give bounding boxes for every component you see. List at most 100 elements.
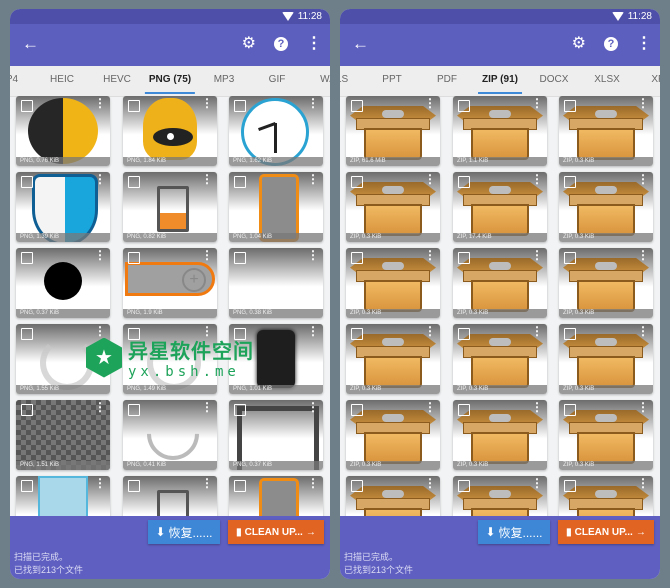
arrow-left-icon[interactable]: ← <box>352 34 369 54</box>
select-checkbox[interactable] <box>564 480 576 492</box>
more-vertical-icon[interactable]: ⋮ <box>94 249 106 261</box>
file-tile[interactable]: ⋮ ZIP, 0.3 KiB <box>559 172 653 242</box>
select-checkbox[interactable] <box>351 404 363 416</box>
file-tile[interactable]: ⋮ PNG, 0.82 KiB <box>123 172 217 242</box>
file-tile[interactable]: ⋮ PNG, 1.39 KiB <box>16 172 110 242</box>
file-tile[interactable]: ⋮ <box>346 476 440 516</box>
select-checkbox[interactable] <box>351 100 363 112</box>
file-tile[interactable]: ⋮ ZIP, 0.3 KiB <box>559 248 653 318</box>
file-tile[interactable]: ⋮ <box>559 476 653 516</box>
select-checkbox[interactable] <box>234 480 246 492</box>
restore-button[interactable]: ⬇ 恢复...... <box>148 520 220 544</box>
file-tile[interactable]: ⋮ ZIP, 0.3 KiB <box>346 172 440 242</box>
file-tile[interactable]: ⋮ ZIP, 1.1 KiB <box>453 96 547 166</box>
tab-xp[interactable]: XP <box>651 74 660 85</box>
more-vertical-icon[interactable]: ⋮ <box>424 97 436 109</box>
more-vertical-icon[interactable]: ⋮ <box>531 325 543 337</box>
more-vertical-icon[interactable]: ⋮ <box>424 173 436 185</box>
file-tile[interactable]: ⋮ PNG, 0.41 KiB <box>123 400 217 470</box>
restore-button[interactable]: ⬇ 恢复...... <box>478 520 550 544</box>
file-tile[interactable]: ⋮ ZIP, 0.3 KiB <box>559 400 653 470</box>
file-tile[interactable]: ⋮ ZIP, 0.3 KiB <box>346 248 440 318</box>
select-checkbox[interactable] <box>234 252 246 264</box>
select-checkbox[interactable] <box>564 404 576 416</box>
more-vertical-icon[interactable]: ⋮ <box>531 477 543 489</box>
file-tile[interactable]: ⋮ <box>123 476 217 516</box>
file-tile[interactable]: ⋮ PNG, 1.62 KiB <box>229 96 323 166</box>
file-tile[interactable]: ⋮ PNG, 0.37 KiB <box>229 400 323 470</box>
more-vertical-icon[interactable]: ⋮ <box>637 173 649 185</box>
more-vertical-icon[interactable]: ⋮ <box>94 97 106 109</box>
more-vertical-icon[interactable]: ⋮ <box>531 249 543 261</box>
file-tile[interactable]: ⋮ PNG, 1.84 KiB <box>123 96 217 166</box>
select-checkbox[interactable] <box>128 480 140 492</box>
gear-icon[interactable]: ⚙ <box>242 36 256 52</box>
select-checkbox[interactable] <box>458 252 470 264</box>
select-checkbox[interactable] <box>21 252 33 264</box>
tab-xlsx[interactable]: XLSX <box>594 74 620 85</box>
more-vertical-icon[interactable]: ⋮ <box>637 401 649 413</box>
arrow-left-icon[interactable]: ← <box>22 34 39 54</box>
file-tile[interactable]: ⋮ PNG, 0.76 KiB <box>16 96 110 166</box>
help-circle-icon[interactable]: ? <box>274 37 288 51</box>
more-vertical-icon[interactable]: ⋮ <box>636 36 652 52</box>
more-vertical-icon[interactable]: ⋮ <box>531 173 543 185</box>
file-tile[interactable]: ⋮ ZIP, 0.3 KiB <box>559 324 653 394</box>
more-vertical-icon[interactable]: ⋮ <box>531 97 543 109</box>
more-vertical-icon[interactable]: ⋮ <box>307 325 319 337</box>
more-vertical-icon[interactable]: ⋮ <box>307 97 319 109</box>
more-vertical-icon[interactable]: ⋮ <box>201 477 213 489</box>
more-vertical-icon[interactable]: ⋮ <box>94 477 106 489</box>
tab-hevc[interactable]: HEVC <box>103 74 131 85</box>
file-tile[interactable]: ⋮ PNG, 0.38 KiB <box>229 248 323 318</box>
file-tile[interactable]: ⋮ ZIP, 0.3 KiB <box>346 400 440 470</box>
more-vertical-icon[interactable]: ⋮ <box>201 173 213 185</box>
file-tile[interactable]: ⋮ ZIP, 0.3 KiB <box>559 96 653 166</box>
clean-up-button[interactable]: ▮ CLEAN UP... → <box>228 520 324 544</box>
more-vertical-icon[interactable]: ⋮ <box>94 173 106 185</box>
file-tile[interactable]: ⋮ ZIP, 0.3 KiB <box>453 324 547 394</box>
tab-gif[interactable]: GIF <box>269 74 286 85</box>
tab-zip-91[interactable]: ZIP (91) <box>478 74 522 94</box>
select-checkbox[interactable] <box>21 404 33 416</box>
select-checkbox[interactable] <box>564 328 576 340</box>
select-checkbox[interactable] <box>128 404 140 416</box>
file-tile[interactable]: ⋮ ZIP, 0.3 KiB <box>453 248 547 318</box>
more-vertical-icon[interactable]: ⋮ <box>307 401 319 413</box>
file-tile[interactable]: ⋮ <box>229 476 323 516</box>
file-tile[interactable]: ⋮ PNG, 1.04 KiB <box>229 172 323 242</box>
file-tile[interactable]: ⋮ ZIP, 0.3 KiB <box>453 400 547 470</box>
select-checkbox[interactable] <box>351 328 363 340</box>
tab-p4[interactable]: P4 <box>10 74 18 85</box>
more-vertical-icon[interactable]: ⋮ <box>424 325 436 337</box>
more-vertical-icon[interactable]: ⋮ <box>424 401 436 413</box>
select-checkbox[interactable] <box>21 100 33 112</box>
select-checkbox[interactable] <box>21 176 33 188</box>
select-checkbox[interactable] <box>21 328 33 340</box>
select-checkbox[interactable] <box>564 252 576 264</box>
select-checkbox[interactable] <box>351 480 363 492</box>
more-vertical-icon[interactable]: ⋮ <box>306 36 322 52</box>
file-tile[interactable]: + ⋮ PNG, 1.9 KiB <box>123 248 217 318</box>
select-checkbox[interactable] <box>564 100 576 112</box>
more-vertical-icon[interactable]: ⋮ <box>424 249 436 261</box>
tab-png-75[interactable]: PNG (75) <box>144 74 196 94</box>
select-checkbox[interactable] <box>128 252 140 264</box>
gear-icon[interactable]: ⚙ <box>572 36 586 52</box>
tab-docx[interactable]: DOCX <box>540 74 569 85</box>
tab-mp3[interactable]: MP3 <box>214 74 235 85</box>
file-tile[interactable]: ⋮ ZIP, 17.4 KiB <box>453 172 547 242</box>
select-checkbox[interactable] <box>458 100 470 112</box>
select-checkbox[interactable] <box>351 252 363 264</box>
more-vertical-icon[interactable]: ⋮ <box>307 477 319 489</box>
help-circle-icon[interactable]: ? <box>604 37 618 51</box>
file-tile[interactable]: ⋮ PNG, 1.51 KiB <box>16 400 110 470</box>
more-vertical-icon[interactable]: ⋮ <box>424 477 436 489</box>
more-vertical-icon[interactable]: ⋮ <box>94 401 106 413</box>
tab-pdf[interactable]: PDF <box>437 74 457 85</box>
select-checkbox[interactable] <box>564 176 576 188</box>
select-checkbox[interactable] <box>458 404 470 416</box>
select-checkbox[interactable] <box>234 100 246 112</box>
tab-wa[interactable]: WA <box>320 74 330 85</box>
select-checkbox[interactable] <box>21 480 33 492</box>
